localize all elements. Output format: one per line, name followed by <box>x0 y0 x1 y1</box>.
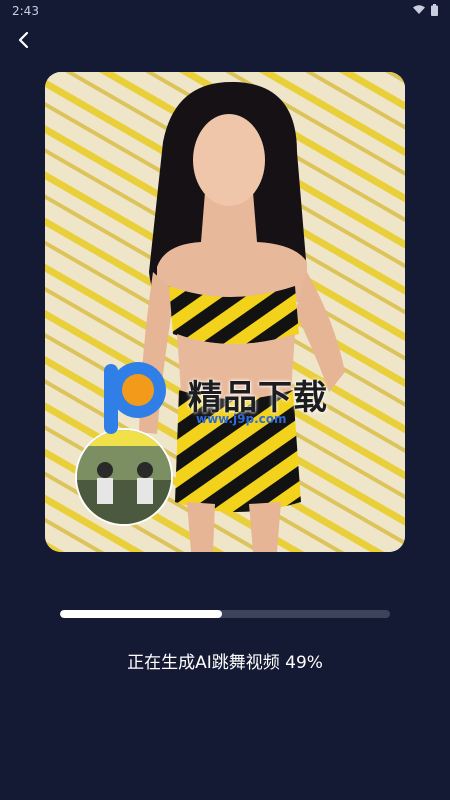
progress-bar <box>60 610 390 618</box>
battery-icon <box>431 3 438 19</box>
watermark-url: www.j9p.com <box>196 412 287 426</box>
watermark-logo-icon <box>100 358 172 438</box>
status-time: 2:43 <box>12 4 39 18</box>
watermark: 精品下载 www.j9p.com <box>100 358 360 438</box>
progress-label: 正在生成AI跳舞视频 49% <box>127 653 323 673</box>
reference-video-thumbnail <box>75 428 173 526</box>
status-bar: 2:43 <box>0 0 450 22</box>
status-icons <box>413 3 438 19</box>
wifi-icon <box>413 4 425 18</box>
chevron-left-icon <box>17 31 31 53</box>
back-button[interactable] <box>10 28 38 56</box>
progress-fill <box>60 610 222 618</box>
